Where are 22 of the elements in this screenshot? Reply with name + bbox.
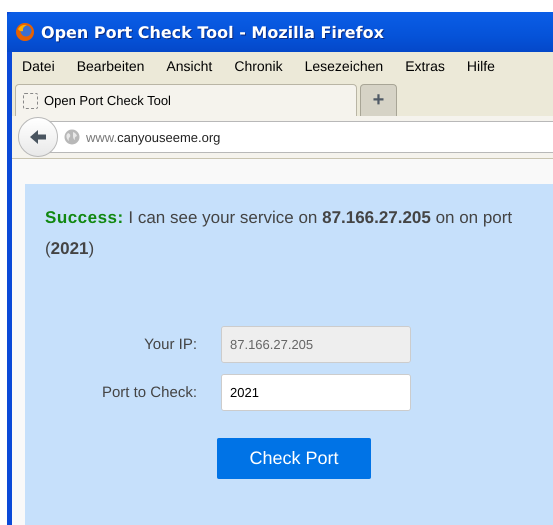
check-port-button[interactable]: Check Port bbox=[217, 438, 371, 479]
status-message: Success: I can see your service on 87.166.27.205 on on port (2021) bbox=[45, 207, 514, 260]
menu-item[interactable]: Bearbeiten bbox=[74, 58, 154, 74]
browser-tab[interactable]: Open Port Check Tool bbox=[15, 84, 357, 116]
address-field[interactable]: www.canyouseeme.org bbox=[50, 121, 553, 153]
menu-item[interactable]: Chronik bbox=[232, 58, 293, 74]
menu-item[interactable]: Datei bbox=[20, 58, 65, 74]
input-field[interactable]: 2021 bbox=[221, 374, 411, 411]
menu-item[interactable]: Extras bbox=[403, 58, 455, 74]
field-label: Port to Check: bbox=[100, 384, 198, 401]
menu-item[interactable]: Hilfe bbox=[464, 58, 505, 74]
firefox-icon bbox=[15, 22, 35, 42]
menu-item[interactable]: Ansicht bbox=[164, 58, 222, 74]
new-tab-button[interactable]: + bbox=[360, 84, 397, 116]
window-title: Open Port Check Tool - Mozilla Firefox bbox=[41, 22, 384, 42]
globe-icon bbox=[64, 129, 80, 145]
back-arrow-icon bbox=[28, 127, 48, 147]
back-button[interactable] bbox=[18, 117, 58, 157]
menu-item[interactable]: Lesezeichen bbox=[302, 58, 394, 74]
page-placeholder-icon bbox=[23, 92, 38, 108]
field-label: Your IP: bbox=[143, 336, 198, 353]
url-text: www.canyouseeme.org bbox=[86, 130, 220, 144]
